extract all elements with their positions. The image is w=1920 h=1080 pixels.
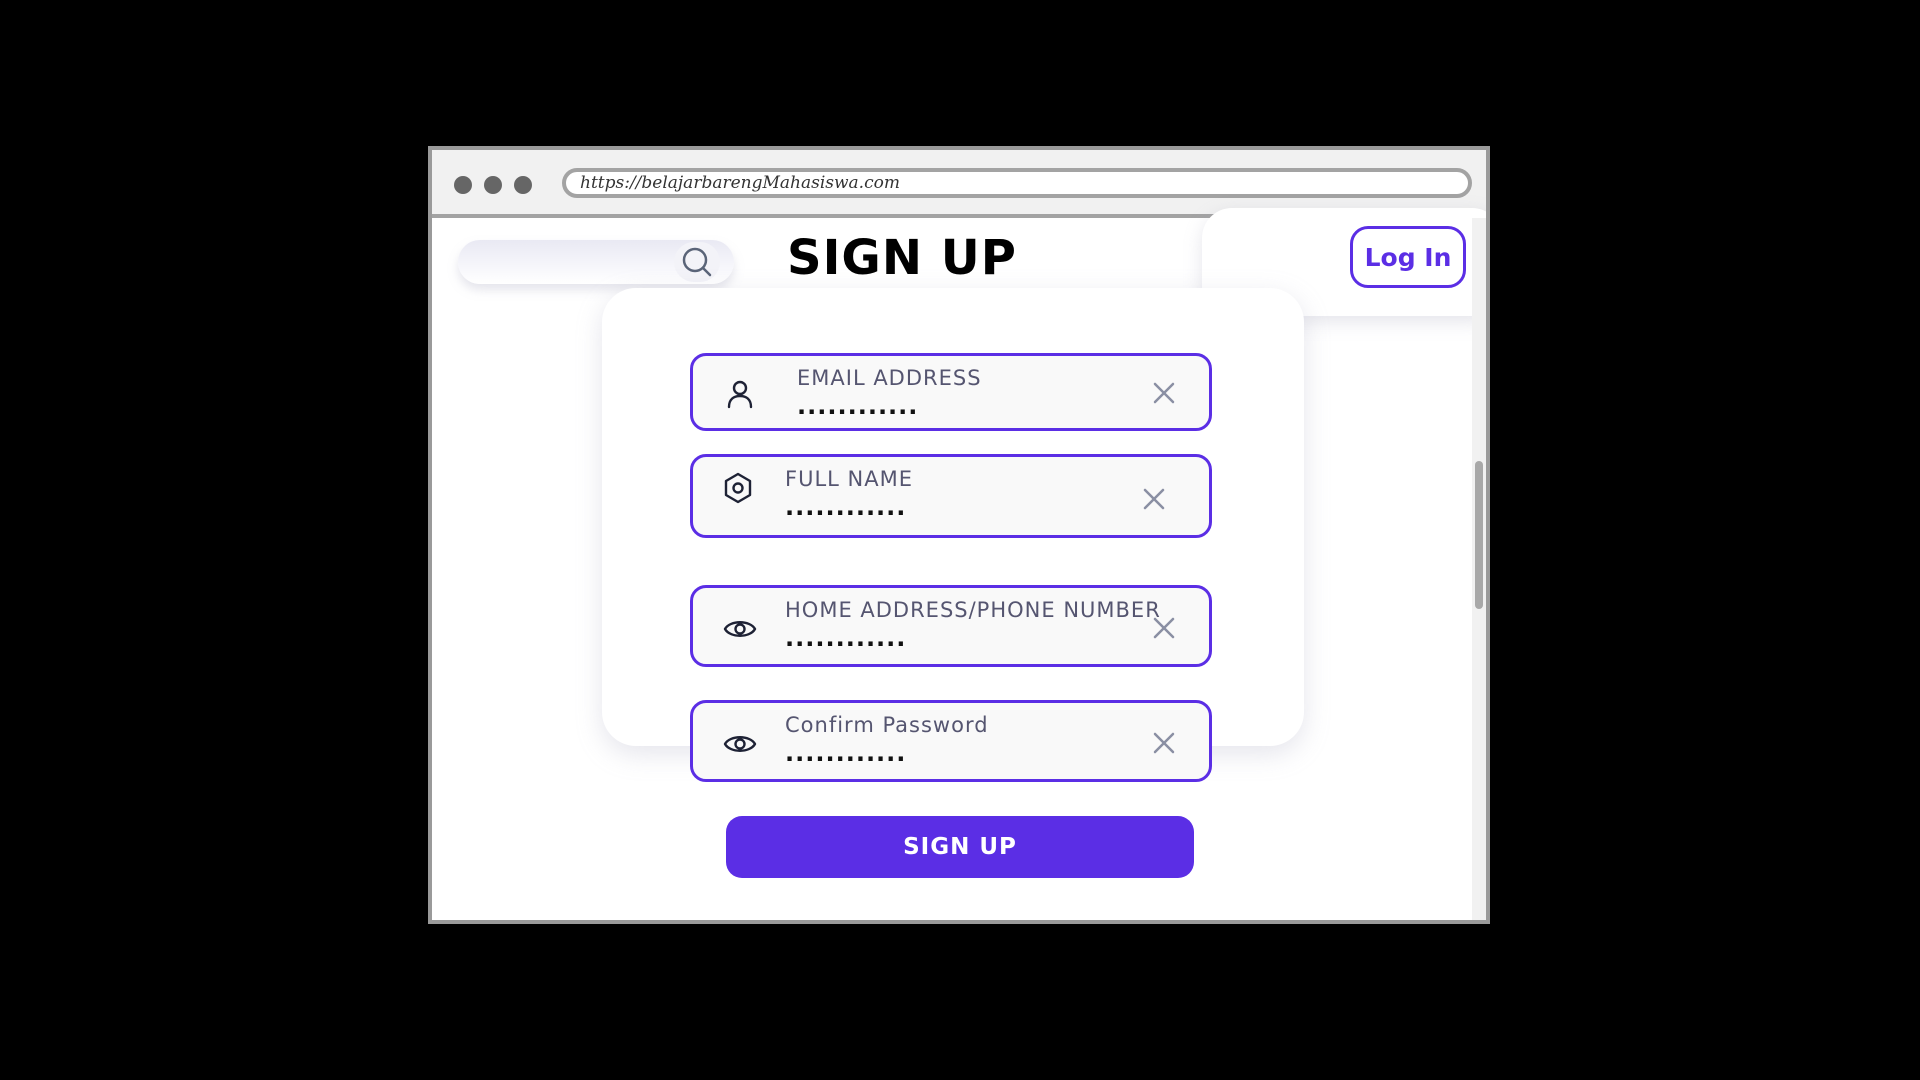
clear-icon[interactable] [1139, 484, 1169, 514]
clear-icon[interactable] [1149, 728, 1179, 758]
email-field-label: EMAIL ADDRESS [797, 366, 982, 390]
home-address-phone-field-label: HOME ADDRESS/PHONE NUMBER [785, 598, 1161, 622]
confirm-password-field-value[interactable]: ............ [785, 739, 906, 767]
page-title: SIGN UP [787, 230, 1017, 286]
window-control-dot[interactable] [484, 176, 502, 194]
window-control-dot[interactable] [454, 176, 472, 194]
browser-window: https://belajarbarengMahasiswa.com SIGN … [428, 146, 1490, 924]
confirm-password-field[interactable]: Confirm Password ............ [690, 700, 1212, 782]
confirm-password-field-label: Confirm Password [785, 713, 989, 737]
email-field-value[interactable]: ............ [797, 392, 918, 420]
clear-icon[interactable] [1149, 613, 1179, 643]
clear-icon[interactable] [1149, 378, 1179, 408]
address-bar[interactable]: https://belajarbarengMahasiswa.com [562, 168, 1472, 198]
home-address-phone-field[interactable]: HOME ADDRESS/PHONE NUMBER ............ [690, 585, 1212, 667]
search-input[interactable] [458, 240, 734, 284]
home-address-phone-field-value[interactable]: ............ [785, 624, 906, 652]
window-control-dot[interactable] [514, 176, 532, 194]
signup-button[interactable]: SIGN UP [726, 816, 1194, 878]
user-icon [727, 380, 753, 409]
search-icon [682, 247, 712, 277]
eye-icon[interactable] [723, 727, 757, 761]
hexagon-settings-icon [724, 472, 752, 504]
full-name-field-label: FULL NAME [785, 467, 913, 491]
full-name-field-value[interactable]: ............ [785, 493, 906, 521]
page-viewport: SIGN UP Log In EMAIL ADDRESS ...........… [432, 208, 1486, 920]
eye-icon [723, 621, 757, 637]
search-button[interactable] [674, 242, 720, 282]
email-field[interactable]: EMAIL ADDRESS ............ [690, 353, 1212, 431]
login-button[interactable]: Log In [1350, 226, 1466, 288]
scrollbar-thumb[interactable] [1475, 461, 1483, 609]
full-name-field[interactable]: FULL NAME ............ [690, 454, 1212, 538]
scrollbar[interactable] [1472, 218, 1486, 920]
